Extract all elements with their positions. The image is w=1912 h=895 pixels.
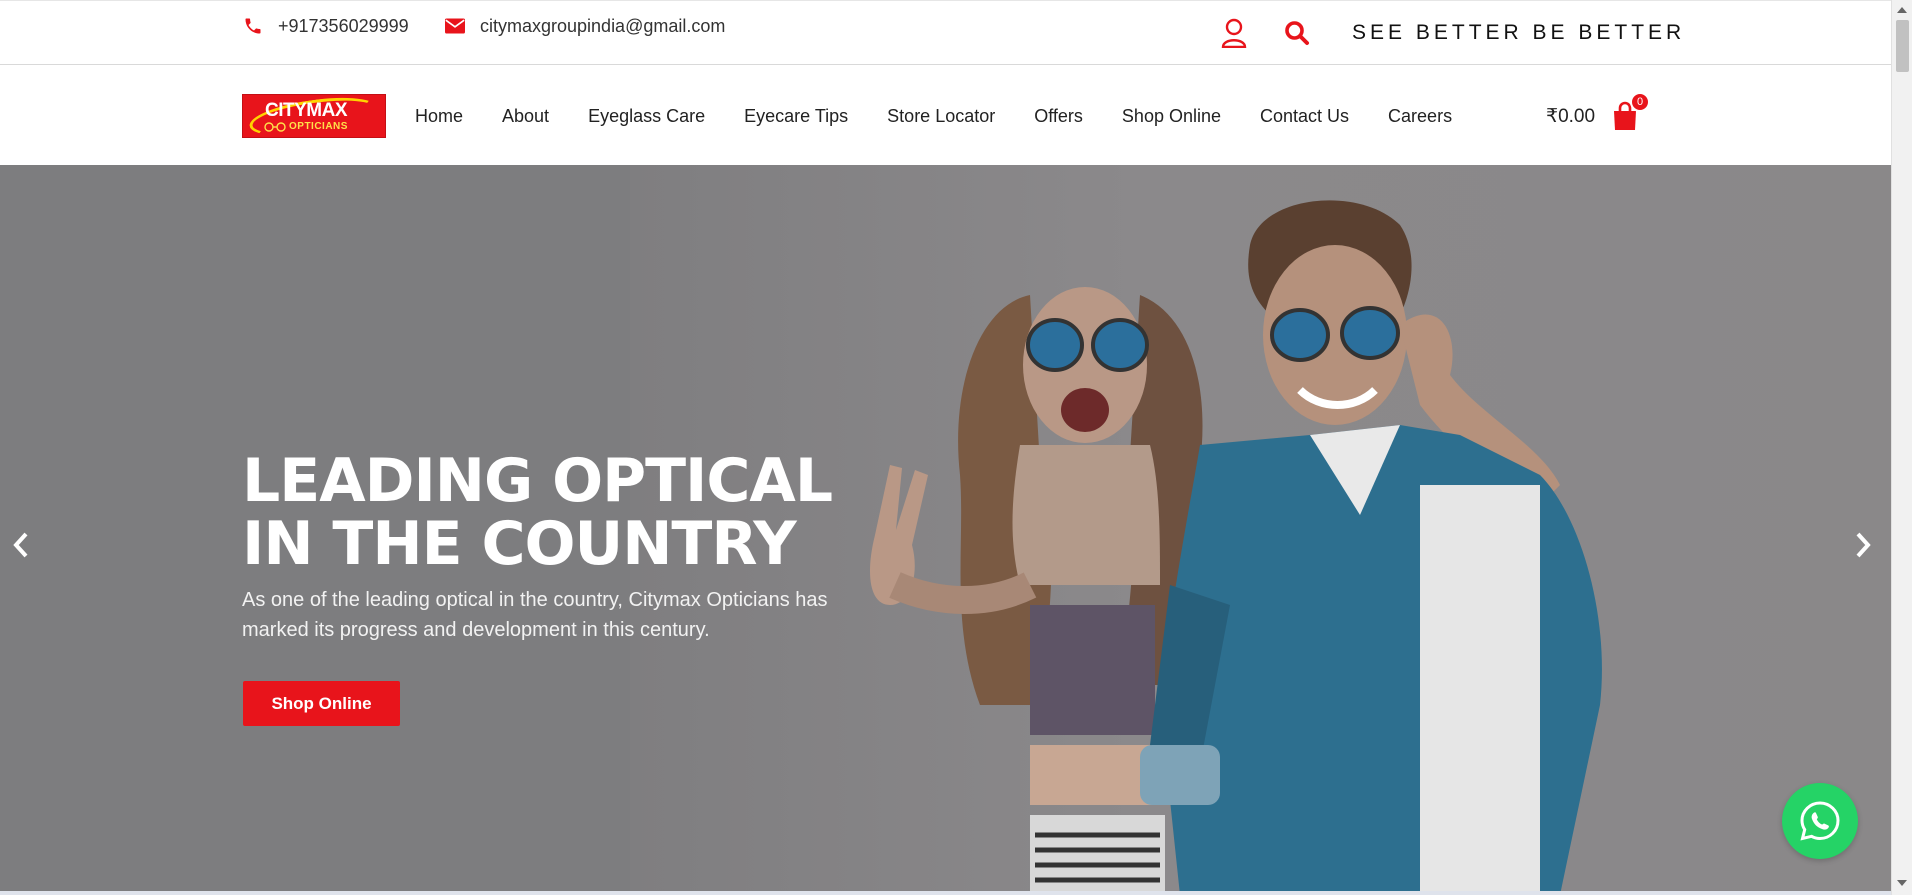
vertical-scrollbar[interactable] [1891,0,1912,895]
nav-careers[interactable]: Careers [1388,106,1452,127]
spectacles-icon [264,122,286,132]
nav-offers[interactable]: Offers [1034,106,1083,127]
email-contact[interactable]: citymaxgroupindia@gmail.com [444,15,725,37]
site-logo[interactable]: CITYMAX OPTICIANS [242,94,386,138]
cart-count-badge: 0 [1630,92,1650,112]
whatsapp-icon[interactable] [1782,783,1858,859]
cart-total[interactable]: ₹0.00 [1546,105,1595,128]
nav-store-locator[interactable]: Store Locator [887,106,995,127]
logo-line2: OPTICIANS [289,121,348,132]
hero-slider: LEADING OPTICAL IN THE COUNTRY As one of… [0,165,1891,895]
user-icon[interactable] [1219,17,1249,49]
chevron-left-icon[interactable] [6,525,36,565]
email-address: citymaxgroupindia@gmail.com [480,15,726,36]
phone-contact[interactable]: +917356029999 [242,15,409,37]
scroll-thumb[interactable] [1896,20,1909,72]
phone-number: +917356029999 [278,15,409,36]
phone-icon [242,15,264,37]
nav-home[interactable]: Home [415,106,463,127]
hero-photo-couple [870,200,1602,895]
search-icon[interactable] [1282,17,1312,49]
shop-online-button[interactable]: Shop Online [243,681,400,726]
nav-contact-us[interactable]: Contact Us [1260,106,1349,127]
main-navbar: CITYMAX OPTICIANS Home About Eyeglass Ca… [0,65,1891,165]
hero-subtitle: As one of the leading optical in the cou… [242,589,828,641]
nav-eyecare-tips[interactable]: Eyecare Tips [744,106,848,127]
page: +917356029999 citymaxgroupindia@gmail.co… [0,0,1891,895]
scroll-down-arrow-icon[interactable] [1897,880,1907,886]
envelope-icon [444,15,466,37]
chevron-right-icon[interactable] [1848,525,1878,565]
nav-shop-online[interactable]: Shop Online [1122,106,1221,127]
scroll-up-arrow-icon[interactable] [1897,7,1907,13]
nav-eyeglass-care[interactable]: Eyeglass Care [588,106,705,127]
logo-line1: CITYMAX [265,100,348,121]
primary-nav: Home About Eyeglass Care Eyecare Tips St… [415,106,1491,127]
page-bottom-edge [0,891,1891,895]
nav-about[interactable]: About [502,106,549,127]
tagline: SEE BETTER BE BETTER [1352,21,1686,44]
hero-title: LEADING OPTICAL IN THE COUNTRY [242,446,833,579]
top-bar: +917356029999 citymaxgroupindia@gmail.co… [0,0,1891,65]
